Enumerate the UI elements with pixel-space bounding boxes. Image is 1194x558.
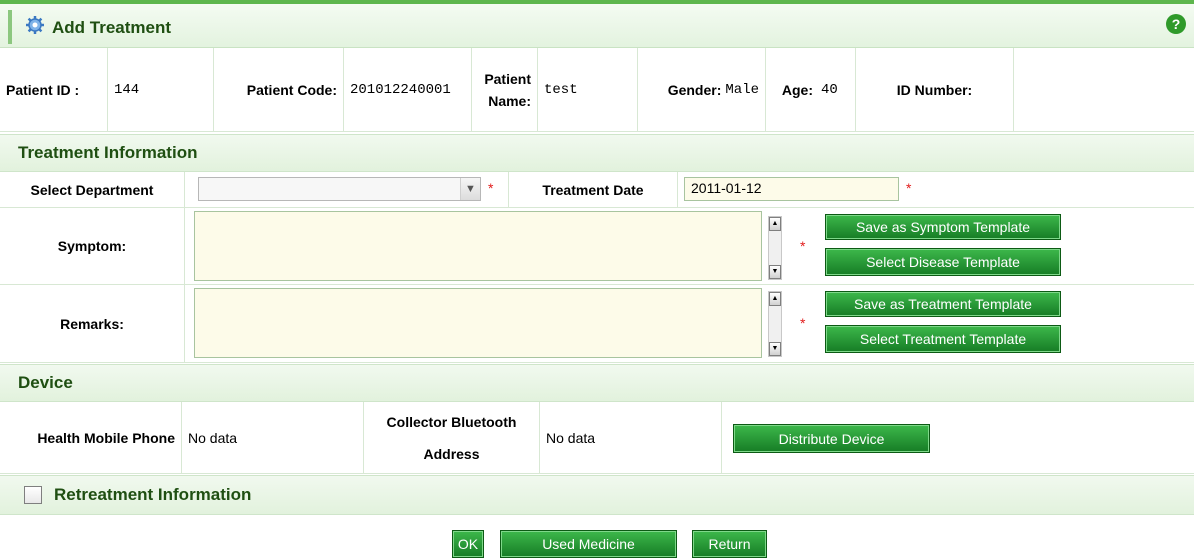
health-mobile-phone-value: No data xyxy=(188,429,238,446)
collector-bluetooth-label-line2: Address xyxy=(423,445,480,462)
help-icon[interactable]: ? xyxy=(1166,14,1186,34)
ok-button[interactable]: OK xyxy=(452,530,484,558)
symptom-scrollbar[interactable]: ▲ ▼ xyxy=(768,216,782,280)
device-row: Health Mobile Phone No data Collector Bl… xyxy=(0,402,1194,474)
symptom-label: Symptom: xyxy=(57,238,127,254)
used-medicine-button[interactable]: Used Medicine xyxy=(500,530,677,558)
date-required-mark: * xyxy=(906,180,912,196)
treatment-info-title: Treatment Information xyxy=(18,143,198,162)
remarks-required-mark: * xyxy=(800,315,806,331)
age-value: 40 xyxy=(821,81,838,98)
age-label: Age: xyxy=(781,81,813,98)
department-required-mark: * xyxy=(488,180,494,196)
patient-name-label-line2: Name: xyxy=(488,92,531,109)
save-treatment-template-button[interactable]: Save as Treatment Template xyxy=(825,291,1061,317)
scroll-down-icon[interactable]: ▼ xyxy=(769,342,781,356)
department-row: Select Department ▼ * Treatment Date 201… xyxy=(0,172,1194,208)
remarks-scrollbar[interactable]: ▲ ▼ xyxy=(768,291,782,357)
title-bar: Add Treatment ? xyxy=(0,0,1194,48)
device-header: Device xyxy=(0,364,1194,402)
gender-label: Gender: xyxy=(667,81,722,98)
scroll-down-icon[interactable]: ▼ xyxy=(769,265,781,279)
distribute-device-button[interactable]: Distribute Device xyxy=(733,424,930,453)
department-label: Select Department xyxy=(30,181,154,198)
remarks-row: Remarks: ▲ ▼ * Save as Treatment Templat… xyxy=(0,285,1194,363)
remarks-textarea[interactable] xyxy=(194,288,762,358)
symptom-required-mark: * xyxy=(800,238,806,254)
collector-bluetooth-value: No data xyxy=(546,429,596,446)
retreatment-checkbox[interactable] xyxy=(24,486,42,504)
department-select[interactable]: ▼ xyxy=(198,177,481,201)
health-mobile-phone-label: Health Mobile Phone xyxy=(37,429,175,446)
patient-id-label: Patient ID : xyxy=(6,81,80,98)
department-select-value xyxy=(199,181,203,197)
gender-value: Male xyxy=(725,81,759,98)
patient-code-label: Patient Code: xyxy=(246,81,337,98)
patient-name-value: test xyxy=(544,81,578,98)
patient-id-value: 144 xyxy=(114,81,140,98)
collector-bluetooth-label-line1: Collector Bluetooth xyxy=(386,413,517,430)
treatment-info-header: Treatment Information xyxy=(0,134,1194,172)
page-title: Add Treatment xyxy=(52,18,172,37)
scroll-up-icon[interactable]: ▲ xyxy=(769,217,781,231)
retreatment-header: Retreatment Information xyxy=(0,475,1194,515)
return-button[interactable]: Return xyxy=(692,530,767,558)
device-title: Device xyxy=(18,373,73,392)
scroll-up-icon[interactable]: ▲ xyxy=(769,292,781,306)
symptom-row: Symptom: ▲ ▼ * Save as Symptom Template … xyxy=(0,208,1194,285)
patient-name-label-line1: Patient xyxy=(484,70,531,87)
symptom-textarea[interactable] xyxy=(194,211,762,281)
save-symptom-template-button[interactable]: Save as Symptom Template xyxy=(825,214,1061,240)
select-disease-template-button[interactable]: Select Disease Template xyxy=(825,248,1061,276)
treatment-date-label: Treatment Date xyxy=(542,181,644,198)
patient-code-value: 201012240001 xyxy=(350,81,451,98)
treatment-date-input[interactable]: 2011-01-12 xyxy=(684,177,899,201)
retreatment-title: Retreatment Information xyxy=(54,485,252,504)
chevron-down-icon[interactable]: ▼ xyxy=(460,178,480,200)
gear-icon xyxy=(26,16,44,34)
id-number-label: ID Number: xyxy=(896,81,973,98)
remarks-label: Remarks: xyxy=(60,315,124,332)
title-accent xyxy=(8,10,12,44)
select-treatment-template-button[interactable]: Select Treatment Template xyxy=(825,325,1061,353)
patient-info-row: Patient ID : 144 Patient Code: 201012240… xyxy=(0,48,1194,132)
